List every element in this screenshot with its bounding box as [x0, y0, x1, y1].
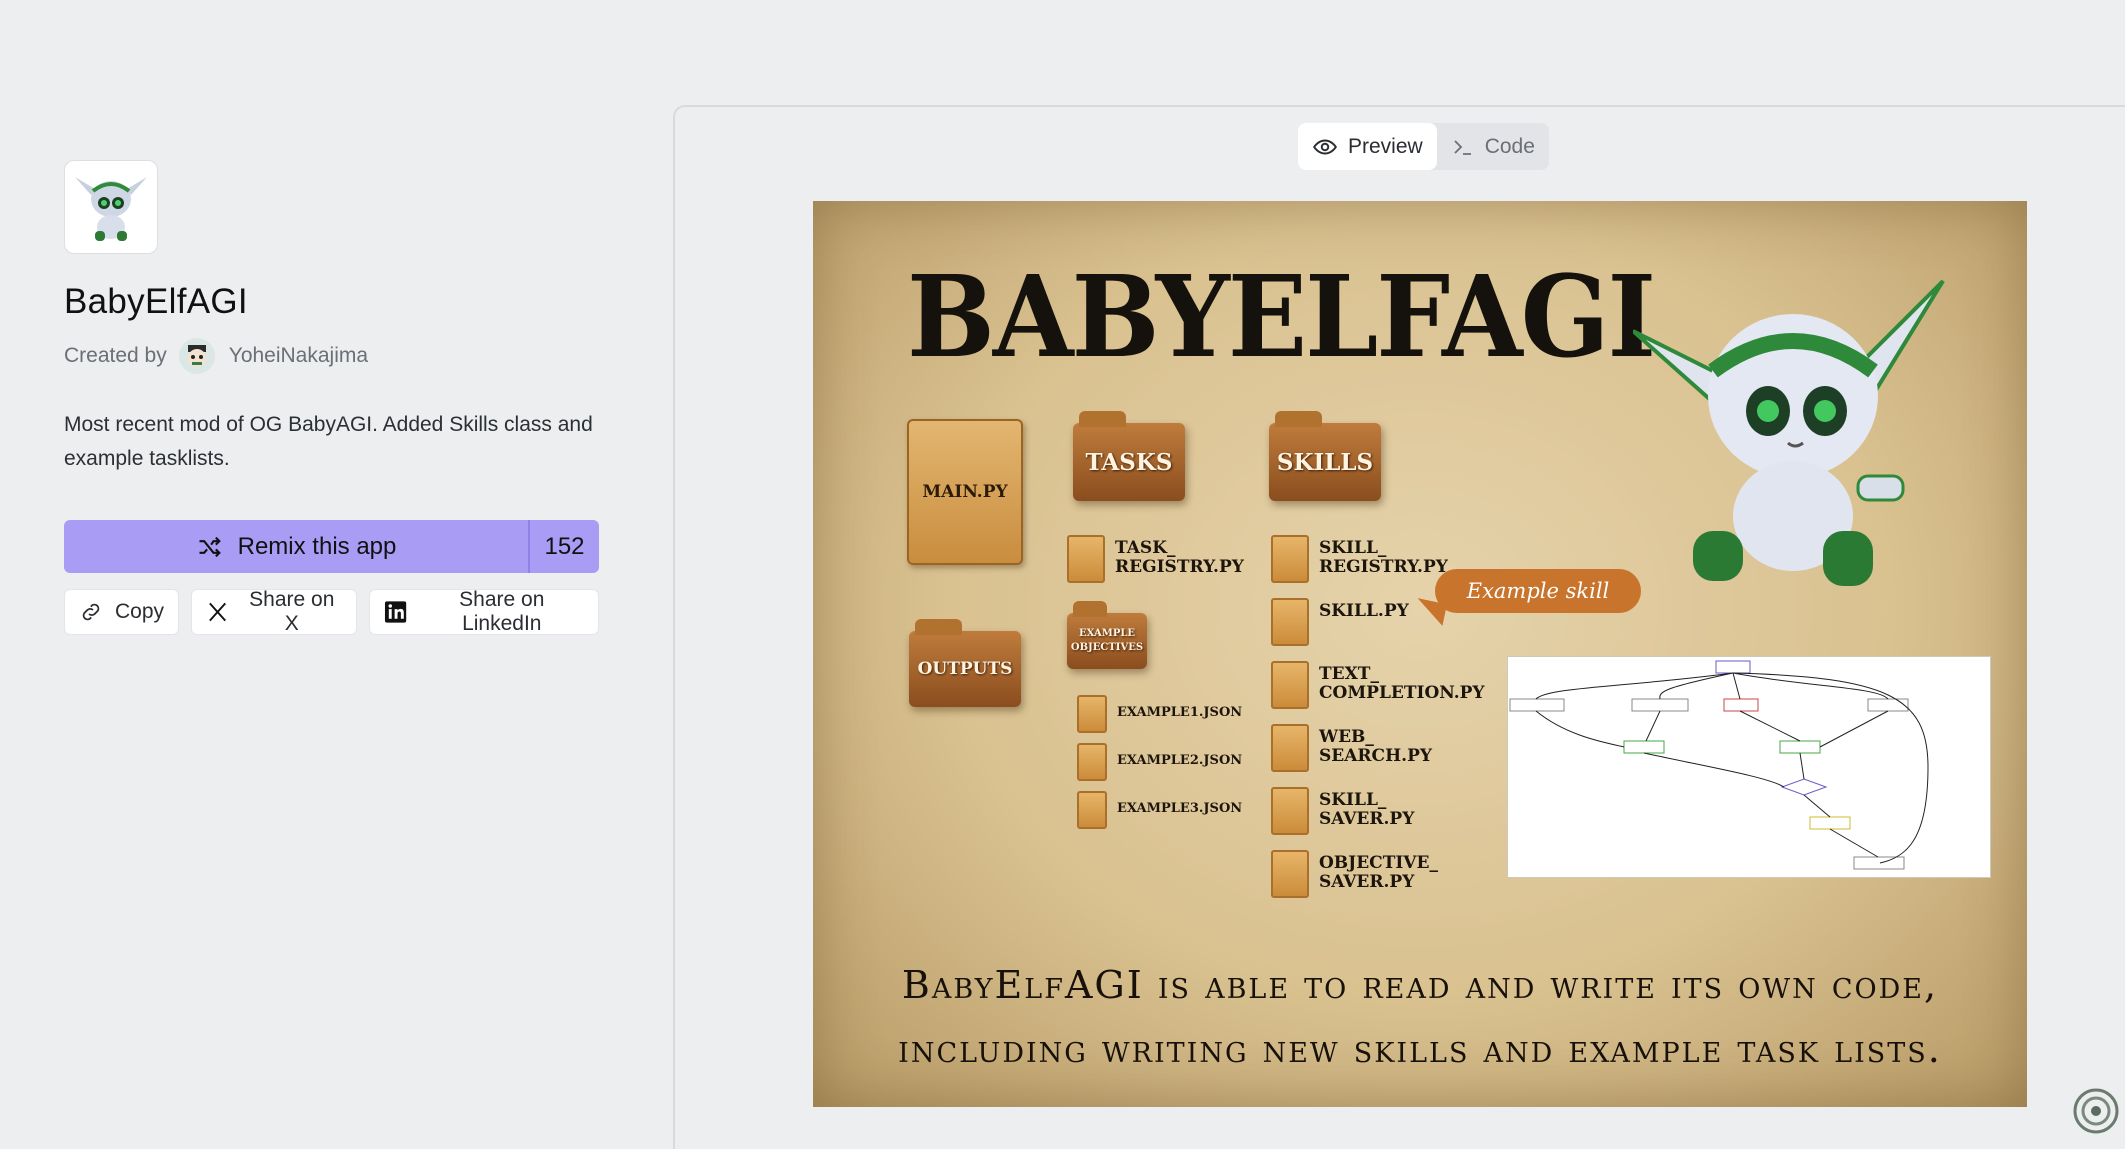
file-label: WEB_ SEARCH.PY: [1319, 727, 1432, 766]
file-label: SKILL.PY: [1319, 601, 1409, 621]
file-icon: [1271, 724, 1309, 772]
file-label: SKILL_ REGISTRY.PY: [1319, 538, 1448, 577]
file-label: OBJECTIVE_ SAVER.PY: [1319, 853, 1438, 892]
preview-panel: Preview Code BABYELFAGI MAIN.PY OUTPUTS …: [673, 105, 2125, 1149]
app-description: Most recent mod of OG BabyAGI. Added Ski…: [64, 413, 593, 470]
copy-link-button[interactable]: Copy: [64, 589, 180, 635]
file-icon: [1271, 535, 1309, 583]
file-icon: [1067, 535, 1105, 583]
skill-file: WEB_ SEARCH.PY: [1271, 724, 1432, 772]
remix-count: 152: [528, 520, 599, 573]
remix-label: Remix this app: [237, 532, 397, 560]
created-by-label: Created by: [64, 344, 167, 367]
tasks-label: TASKS: [1085, 448, 1173, 476]
elf-robot-icon: [75, 177, 147, 241]
skill-file: TEXT_ COMPLETION.PY: [1271, 661, 1485, 709]
remix-button[interactable]: Remix this app: [64, 520, 528, 573]
skill-file: SKILL.PY: [1271, 598, 1409, 646]
file-icon: [1077, 791, 1107, 829]
outputs-folder: OUTPUTS: [909, 619, 1021, 707]
flowchart-graphic: [1509, 660, 1929, 870]
file-label: TEXT_ COMPLETION.PY: [1319, 664, 1485, 703]
example-skill-bubble: Example skill: [1435, 569, 1641, 613]
author-avatar[interactable]: [178, 338, 215, 374]
file-icon: [1077, 695, 1107, 733]
eye-icon: [1313, 139, 1337, 154]
task-registry-file: TASK_ REGISTRY.PY: [1067, 535, 1244, 583]
author-avatar-icon: [187, 345, 206, 367]
x-logo-icon: [209, 602, 227, 622]
tab-preview[interactable]: Preview: [1298, 123, 1437, 170]
caption-line-2: including writing new skills and example…: [898, 1027, 1942, 1071]
outputs-label: OUTPUTS: [917, 659, 1013, 679]
file-icon: [1077, 743, 1107, 781]
spinner-logo-icon: [2071, 1086, 2121, 1141]
share-linkedin-button[interactable]: Share on LinkedIn: [369, 588, 599, 635]
elf-robot-illustration: [1633, 279, 1945, 586]
app-title: BabyElfAGI: [64, 282, 248, 321]
preview-caption: BabyElfAGI is able to read and write its…: [813, 953, 2027, 1081]
share-x-label: Share on X: [249, 588, 335, 635]
file-icon: [1271, 850, 1309, 898]
copy-label: Copy: [115, 600, 165, 623]
example-objectives-folder: EXAMPLE OBJECTIVES: [1067, 601, 1147, 669]
app-preview-image: BABYELFAGI MAIN.PY OUTPUTS TASKS TASK_ R…: [813, 201, 2027, 1107]
example1-file: EXAMPLE1.JSON: [1077, 695, 1242, 733]
main-file-label: MAIN.PY: [922, 482, 1008, 502]
example2-file: EXAMPLE2.JSON: [1077, 743, 1242, 781]
file-label: EXAMPLE2.JSON: [1117, 753, 1243, 768]
skills-folder: SKILLS: [1269, 411, 1381, 501]
example-objectives-label: EXAMPLE OBJECTIVES: [1070, 628, 1144, 653]
share-row: Copy Share on X Share on LinkedIn: [64, 588, 599, 635]
tab-code-label: Code: [1484, 134, 1535, 158]
file-icon: [1271, 787, 1309, 835]
linkedin-icon: [385, 601, 407, 623]
skill-file: SKILL_ SAVER.PY: [1271, 787, 1414, 835]
file-label: TASK_ REGISTRY.PY: [1115, 538, 1244, 577]
terminal-icon: [1454, 139, 1471, 155]
file-icon: [1271, 598, 1309, 646]
skill-file: SKILL_ REGISTRY.PY: [1271, 535, 1448, 583]
view-toggle: Preview Code: [1298, 123, 1549, 170]
author-name[interactable]: YoheiNakajima: [229, 344, 368, 368]
skill-file: OBJECTIVE_ SAVER.PY: [1271, 850, 1438, 898]
app-icon: [64, 160, 158, 254]
shuffle-icon: [199, 536, 221, 557]
file-icon: [1271, 661, 1309, 709]
link-icon: [82, 603, 100, 621]
tab-code[interactable]: Code: [1437, 123, 1549, 170]
caption-line-1: BabyElfAGI is able to read and write its…: [901, 963, 1939, 1007]
share-linkedin-label: Share on LinkedIn: [459, 588, 545, 635]
file-label: EXAMPLE3.JSON: [1117, 801, 1243, 816]
spinner-graphic: [2073, 1088, 2119, 1134]
architecture-diagram: [1507, 656, 1991, 878]
main-py-scroll: MAIN.PY: [907, 419, 1023, 565]
file-label: EXAMPLE1.JSON: [1117, 705, 1243, 720]
tab-preview-label: Preview: [1348, 134, 1423, 158]
tasks-folder: TASKS: [1073, 411, 1185, 501]
share-x-button[interactable]: Share on X: [191, 588, 358, 635]
remix-row: Remix this app 152: [64, 520, 599, 573]
skills-label: SKILLS: [1276, 448, 1374, 476]
app-info-sidebar: BabyElfAGI Created by YoheiNakajima Most…: [64, 160, 599, 635]
file-label: SKILL_ SAVER.PY: [1319, 790, 1415, 829]
preview-title: BABYELFAGI: [907, 250, 1656, 383]
creator-row: Created by YoheiNakajima: [64, 338, 599, 374]
example3-file: EXAMPLE3.JSON: [1077, 791, 1242, 829]
